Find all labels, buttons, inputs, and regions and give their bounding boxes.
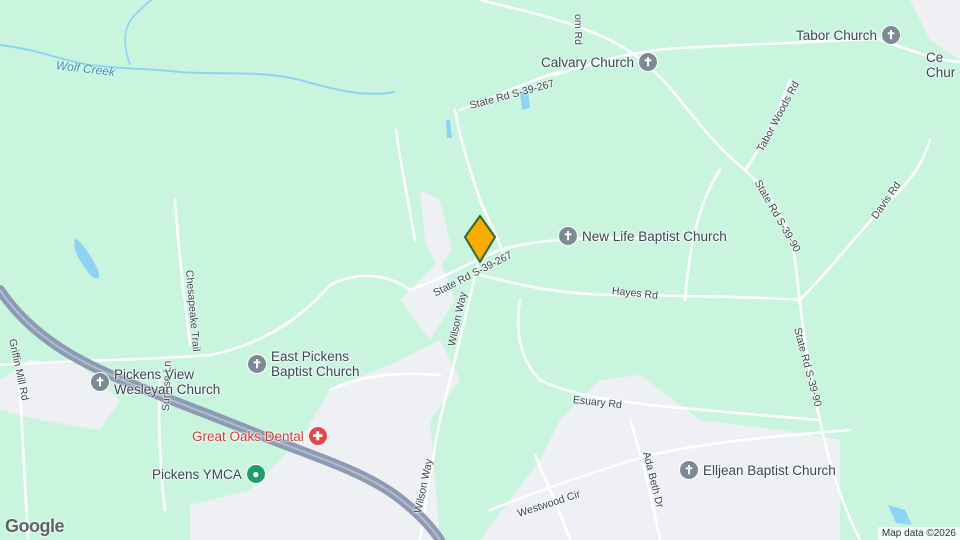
map-canvas[interactable]: Wolf Creek State Rd S-39-267 State Rd S-… <box>0 0 960 540</box>
cross-icon: ✝ <box>558 226 578 246</box>
cross-icon: ✝ <box>247 354 267 374</box>
cross-icon: ✝ <box>638 52 659 72</box>
map-attribution[interactable]: Map data ©2026 <box>877 527 960 540</box>
poi-great-oaks-dental[interactable]: ✚ Great Oaks Dental <box>192 426 328 446</box>
medical-icon: ✚ <box>307 426 328 446</box>
poi-east-pickens-baptist-church[interactable]: ✝ East Pickens Baptist Church <box>247 349 360 379</box>
poi-calvary-church[interactable]: ✝ Calvary Church <box>541 52 659 72</box>
location-pin-icon[interactable] <box>464 215 496 267</box>
poi-tabor-church[interactable]: ✝ Tabor Church <box>796 25 902 45</box>
cross-icon: ✝ <box>679 460 699 480</box>
poi-pickens-view-wesleyan-church[interactable]: ✝ Pickens View Wesleyan Church <box>90 367 220 397</box>
cross-icon: ✝ <box>881 25 902 45</box>
cross-icon: ✝ <box>90 372 110 392</box>
poi-new-life-baptist-church[interactable]: ✝ New Life Baptist Church <box>558 226 727 246</box>
poi-pickens-ymca[interactable]: ● Pickens YMCA <box>152 464 266 484</box>
fitness-icon: ● <box>245 464 266 484</box>
google-logo: Google <box>5 516 65 536</box>
poi-elljean-baptist-church[interactable]: ✝ Elljean Baptist Church <box>679 460 836 480</box>
road-label-top-partial: om Rd <box>572 14 584 45</box>
poi-partial-church[interactable]: ✝ CeChur <box>926 50 955 80</box>
